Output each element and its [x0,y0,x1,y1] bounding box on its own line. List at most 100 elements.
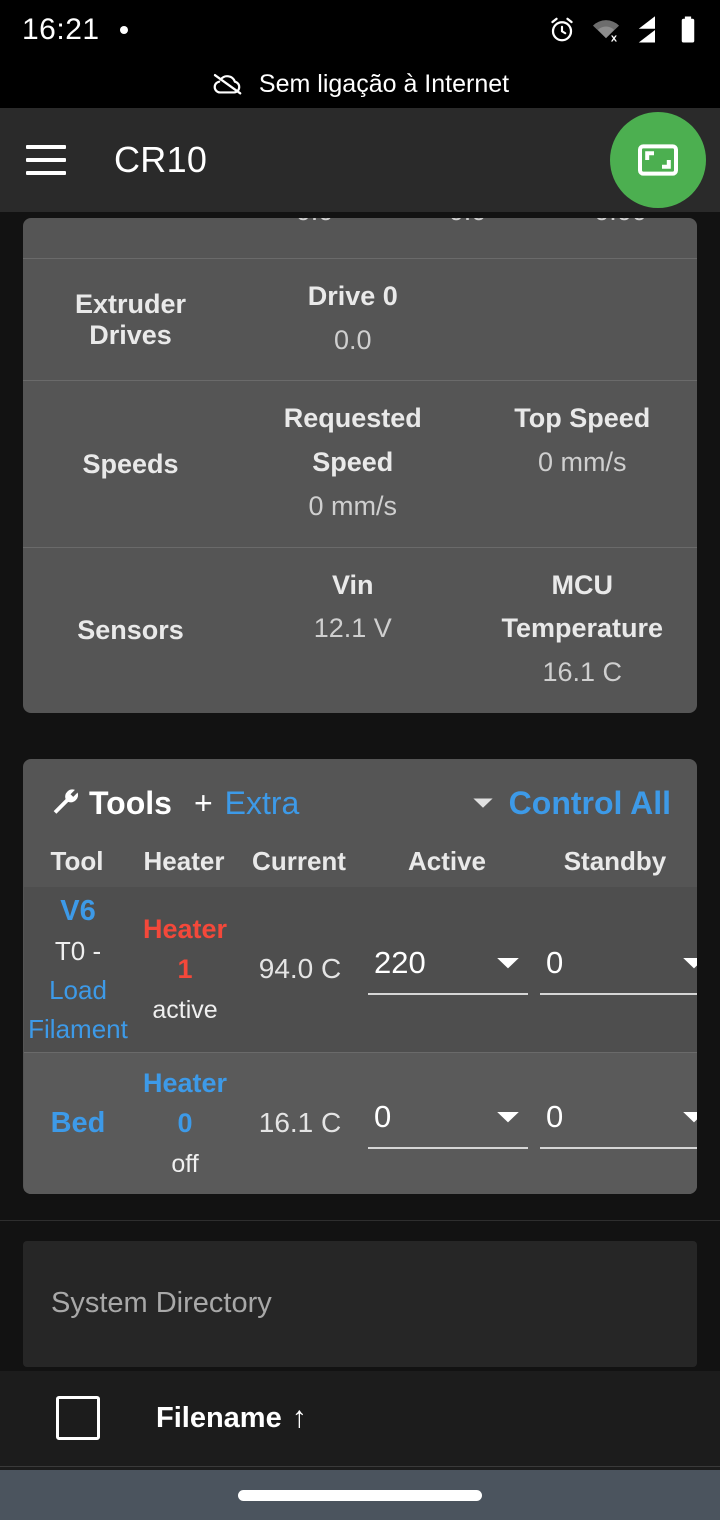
heater-label[interactable]: Heater 0 [132,1063,238,1144]
network-banner-text: Sem ligação à Internet [258,69,510,98]
column-header-standby: Standby [563,845,667,876]
notification-dot-icon [119,26,128,34]
chevron-down-icon [683,958,697,969]
app-bar: CR10 [0,108,720,212]
status-cell-value: 0.0 [333,324,372,355]
tools-title: Tools [89,784,172,821]
status-cell: Top Speed 0 mm/s [468,381,698,546]
page-title: CR10 [114,139,208,180]
control-all-button[interactable]: Control All [509,785,671,822]
extra-link[interactable]: Extra [225,785,300,822]
active-temp-value: 0 [374,1099,392,1135]
wifi-off-icon: x [592,20,620,45]
tool-name[interactable]: Bed [24,1102,132,1144]
hamburger-line [26,145,66,149]
status-cell-key: Vin [331,569,374,600]
network-banner: Sem ligação à Internet [0,60,720,108]
column-header-active: Active [407,845,487,876]
standby-temp-value: 0 [546,945,564,981]
status-cell: 0.00 [544,218,697,258]
tools-header: Tools + Extra Control All [23,759,697,830]
chevron-down-icon [497,1112,519,1123]
status-panel: 0.0 0.0 0.00 Extruder Drives [23,218,697,713]
hamburger-line [26,171,66,175]
hamburger-line [26,158,66,162]
wrench-icon [53,789,79,815]
standby-temp-value: 0 [546,1099,564,1135]
file-list-header: Filename ↑ [0,1370,720,1467]
heater-label[interactable]: Heater 1 [132,909,238,990]
status-row-cells: 0.0 0.0 0.00 [238,218,697,258]
status-cell-value: 0 mm/s [308,490,397,521]
tool-row[interactable]: V6 T0 - Load Filament Heater 1 active 94… [24,886,697,1052]
alarm-icon [551,17,573,42]
battery-icon [681,16,695,43]
active-temp-value: 220 [374,945,426,981]
status-row-label: Extruder Drives [23,289,238,351]
status-row-extruder-drives: Extruder Drives Drive 0 0.0 [23,258,697,380]
status-row-cells: Drive 0 0.0 [238,259,697,380]
status-bar-icons: x [547,15,698,45]
active-temp-field[interactable]: 0 [362,1097,534,1150]
status-bar: 16:21 x [0,0,720,60]
column-header-filename[interactable]: Filename [156,1402,282,1435]
status-cell-key: Drive 0 [307,281,398,311]
status-cell: MCU Temperature 16.1 C [468,548,698,713]
tool-cell: V6 T0 - Load Filament [24,890,132,1049]
status-row-label-line: Extruder [74,288,187,319]
svg-text:x: x [611,33,618,45]
status-cell-key: MCU Temperature [501,569,664,644]
fullscreen-fab-button[interactable] [610,112,706,208]
home-indicator[interactable] [238,1489,482,1501]
active-temp-dropdown[interactable]: 0 [368,1097,528,1150]
status-cell-value: 0.00 [544,218,697,234]
checkbox-unchecked-icon[interactable] [56,1396,100,1441]
standby-temp-dropdown[interactable]: 0 [540,943,697,996]
status-cell-key: Top Speed [514,403,651,434]
status-bar-clock: 16:21 [22,13,100,46]
android-nav-bar [0,1470,720,1520]
load-filament-link[interactable]: Load Filament [24,971,132,1049]
status-cell-value: 12.1 V [313,613,392,644]
tool-cell: Bed [24,1102,132,1144]
status-cell-value: 0 mm/s [537,447,627,478]
fit-screen-icon [638,144,678,176]
heater-cell: Heater 1 active [132,909,238,1030]
hamburger-icon[interactable] [26,145,66,175]
status-cell: Vin 12.1 V [238,548,468,713]
heater-cell: Heater 0 off [132,1063,238,1184]
status-cell: 0.0 [238,218,391,258]
current-temp: 16.1 C [258,1107,342,1139]
status-cell: Drive 0 0.0 [238,259,468,380]
directory-selector[interactable]: System Directory [23,1240,697,1367]
current-temp: 94.0 C [258,953,342,985]
status-cell: Requested Speed 0 mm/s [238,381,468,546]
chevron-down-icon[interactable] [471,795,495,811]
status-cell-value: 0.0 [238,218,391,234]
chevron-down-icon [497,958,519,969]
standby-temp-field[interactable]: 0 [534,943,697,996]
phone-screen: 16:21 x Sem ligação à Internet CR10 Extr… [0,0,720,1520]
directory-label: System Directory [51,1287,272,1320]
heater-state: off [171,1149,199,1178]
chevron-down-icon [683,1112,697,1123]
status-cell-value: 16.1 C [542,657,623,688]
tool-row[interactable]: Bed Heater 0 off 16.1 C 0 0 [24,1051,697,1194]
column-header-current: Current [252,845,346,876]
tool-name[interactable]: V6 [24,890,132,932]
status-cell-empty [468,259,698,380]
tool-sub: T0 - [54,935,102,966]
status-row-label: Speeds [82,448,179,479]
sort-ascending-icon[interactable]: ↑ [292,1401,307,1435]
scroll-body[interactable]: 0.0 0.0 0.00 Extruder Drives [0,212,720,1520]
status-row-speeds: Speeds Requested Speed 0 mm/s Top Speed … [23,380,697,546]
status-row-clipped: 0.0 0.0 0.00 [23,218,697,258]
standby-temp-field[interactable]: 0 [534,1097,697,1150]
status-cell-value: 0.0 [391,218,544,234]
active-temp-dropdown[interactable]: 220 [368,943,528,996]
status-row-cells: Vin 12.1 V MCU Temperature 16.1 C [238,548,697,713]
active-temp-field[interactable]: 220 [362,943,534,996]
standby-temp-dropdown[interactable]: 0 [540,1097,697,1150]
add-tool-button[interactable]: + [194,785,213,822]
status-row-sensors: Sensors Vin 12.1 V MCU Temperature 16.1 … [23,546,697,713]
